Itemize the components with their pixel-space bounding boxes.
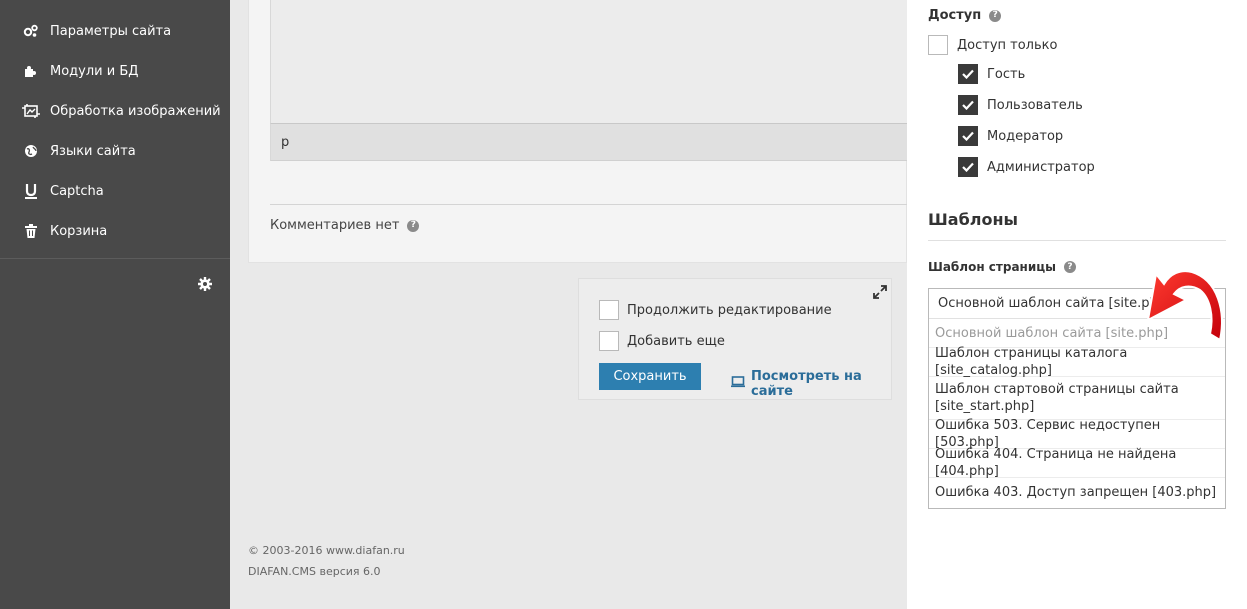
save-button[interactable]: Сохранить xyxy=(599,363,701,390)
footer: © 2003-2016 www.diafan.ru DIAFAN.CMS вер… xyxy=(248,540,405,582)
gears-icon xyxy=(22,23,40,39)
footer-copyright: © 2003-2016 www.diafan.ru xyxy=(248,544,405,557)
sidebar-item-label: Модули и БД xyxy=(50,63,139,79)
help-icon[interactable]: ? xyxy=(407,219,420,232)
comments-status: Комментариев нет ? xyxy=(270,218,420,233)
access-only-label: Доступ только xyxy=(957,37,1058,53)
page-template-label: Шаблон страницы ? xyxy=(928,260,1077,274)
main-content: p Комментариев нет ? Продолжить редактир… xyxy=(230,0,908,609)
add-more-label: Добавить еще xyxy=(627,333,725,349)
template-option[interactable]: Ошибка 403. Доступ запрещен [403.php] xyxy=(929,478,1225,507)
role-guest-checkbox[interactable] xyxy=(958,64,978,84)
role-moderator-row[interactable]: Модератор xyxy=(958,126,1063,146)
trash-icon xyxy=(22,223,40,239)
template-option[interactable]: Ошибка 404. Страница не найдена [404.php… xyxy=(929,447,1225,479)
sidebar-item-label: Параметры сайта xyxy=(50,23,172,39)
view-on-site-link[interactable]: Посмотреть на сайте xyxy=(731,369,891,399)
text-editor-area[interactable] xyxy=(270,0,908,124)
editor-path-bar: p xyxy=(270,124,908,161)
checkmark-icon xyxy=(962,69,974,79)
checkmark-icon xyxy=(962,162,974,172)
sidebar-item-captcha[interactable]: Captcha xyxy=(0,178,230,204)
expand-icon[interactable] xyxy=(873,285,887,299)
sidebar-item-label: Корзина xyxy=(50,223,108,239)
view-on-site-label: Посмотреть на сайте xyxy=(751,369,862,399)
template-option[interactable]: Шаблон стартовой страницы сайта [site_st… xyxy=(929,377,1225,420)
continue-editing-row[interactable]: Продолжить редактирование xyxy=(599,300,832,320)
role-admin-checkbox[interactable] xyxy=(958,157,978,177)
continue-editing-label: Продолжить редактирование xyxy=(627,302,832,318)
access-title-text: Доступ xyxy=(928,8,982,23)
sidebar-item-label: Языки сайта xyxy=(50,143,136,159)
templates-section-title: Шаблоны xyxy=(928,210,1018,229)
image-crop-icon xyxy=(22,103,40,119)
panel-divider xyxy=(270,204,908,205)
sidebar: Параметры сайта Модули и БД Обработка из… xyxy=(0,0,230,609)
continue-editing-checkbox[interactable] xyxy=(599,300,619,320)
role-user-label: Пользователь xyxy=(987,97,1083,113)
access-section-title: Доступ ? xyxy=(928,8,1002,23)
gear-icon[interactable] xyxy=(197,276,213,292)
editor-path-text: p xyxy=(281,134,290,150)
role-moderator-label: Модератор xyxy=(987,128,1064,144)
template-option[interactable]: Ошибка 503. Сервис недоступен [503.php] xyxy=(929,418,1225,450)
captcha-icon xyxy=(22,183,40,199)
help-icon[interactable]: ? xyxy=(989,9,1002,22)
add-more-checkbox[interactable] xyxy=(599,331,619,351)
comments-label: Комментариев нет xyxy=(270,218,400,233)
annotation-arrow-icon xyxy=(1146,270,1223,342)
templates-divider xyxy=(928,240,1226,241)
puzzle-icon xyxy=(22,63,40,79)
sidebar-item-label: Обработка изображений xyxy=(50,103,221,119)
role-guest-row[interactable]: Гость xyxy=(958,64,1025,84)
sidebar-item-cart[interactable]: Корзина xyxy=(0,218,230,244)
monitor-icon xyxy=(731,376,745,392)
template-option[interactable]: Шаблон страницы каталога [site_catalog.p… xyxy=(929,346,1225,378)
sidebar-item-label: Captcha xyxy=(50,183,104,199)
sidebar-item-modules[interactable]: Модули и БД xyxy=(0,58,230,84)
save-box: Продолжить редактирование Добавить еще С… xyxy=(578,278,892,400)
sidebar-item-languages[interactable]: Языки сайта xyxy=(0,138,230,164)
content-panel: p Комментариев нет ? xyxy=(248,0,908,263)
globe-icon xyxy=(22,143,40,159)
access-only-checkbox[interactable] xyxy=(928,35,948,55)
page-template-label-text: Шаблон страницы xyxy=(928,260,1057,274)
add-more-row[interactable]: Добавить еще xyxy=(599,331,725,351)
checkmark-icon xyxy=(962,131,974,141)
checkmark-icon xyxy=(962,100,974,110)
role-user-checkbox[interactable] xyxy=(958,95,978,115)
access-only-row[interactable]: Доступ только xyxy=(928,35,1057,55)
role-guest-label: Гость xyxy=(987,66,1026,82)
help-icon[interactable]: ? xyxy=(1064,261,1077,273)
role-admin-label: Администратор xyxy=(987,159,1095,175)
sidebar-item-images[interactable]: Обработка изображений xyxy=(0,98,230,124)
role-user-row[interactable]: Пользователь xyxy=(958,95,1083,115)
footer-version: DIAFAN.CMS версия 6.0 xyxy=(248,565,381,578)
sidebar-divider xyxy=(0,258,230,259)
role-moderator-checkbox[interactable] xyxy=(958,126,978,146)
role-admin-row[interactable]: Администратор xyxy=(958,157,1095,177)
sidebar-item-site-params[interactable]: Параметры сайта xyxy=(0,18,230,44)
